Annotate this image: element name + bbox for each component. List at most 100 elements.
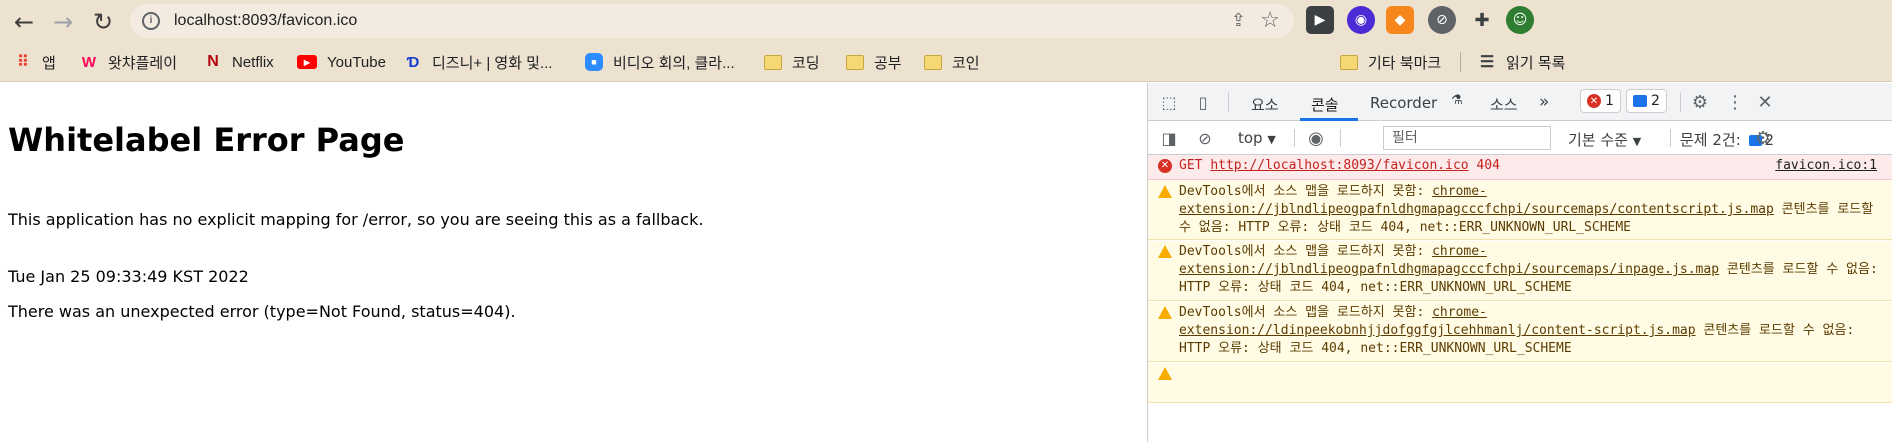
console-message-warning: DevTools에서 소스 맵을 로드하지 못함: chrome-extensi…: [1148, 181, 1892, 240]
tab-divider: [1228, 92, 1229, 112]
error-icon: ✕: [1587, 94, 1601, 108]
bookmark-disney[interactable]: Ɗ 디즈니+ | 영화 및...: [404, 48, 553, 76]
error-description: This application has no explicit mapping…: [8, 210, 704, 229]
folder-icon: [1340, 54, 1358, 70]
bookmark-watcha[interactable]: W 왓챠플레이: [80, 48, 177, 76]
context-label: top: [1238, 129, 1263, 147]
message-count: 2: [1651, 93, 1660, 109]
reload-icon[interactable]: ↻: [90, 9, 116, 35]
profile-avatar[interactable]: ☺: [1506, 6, 1534, 34]
extensions-puzzle-icon[interactable]: ✚: [1468, 6, 1496, 34]
address-bar[interactable]: i localhost:8093/favicon.ico ⇪ ☆: [130, 4, 1294, 38]
bookmark-label: 앱: [42, 54, 56, 72]
context-selector[interactable]: top ▼: [1238, 129, 1276, 147]
error-count: 1: [1605, 93, 1614, 109]
error-detail: There was an unexpected error (type=Not …: [8, 302, 516, 321]
bookmark-label: 디즈니+ | 영화 및...: [432, 54, 553, 72]
more-options-icon[interactable]: ⋮: [1724, 91, 1746, 113]
inspect-element-icon[interactable]: ⬚: [1158, 91, 1180, 113]
bookmark-netflix[interactable]: N Netflix: [204, 48, 274, 76]
console-settings-gear-icon[interactable]: ⚙: [1752, 127, 1774, 149]
error-count-badge[interactable]: ✕ 1: [1580, 89, 1621, 113]
sidebar-toggle-icon[interactable]: ◨: [1158, 127, 1180, 149]
bookmark-label: 코인: [952, 54, 980, 72]
zoom-icon: ■: [585, 53, 603, 71]
metamask-icon[interactable]: ◆: [1386, 6, 1414, 34]
tab-recorder[interactable]: Recorder: [1370, 94, 1437, 112]
console-toolbar: ◨ ⊘ top ▼ ◉ 기본 수준 ▼ 문제 2건: 2 ⚙: [1148, 121, 1892, 155]
bookmark-folder-coin[interactable]: 코인: [924, 48, 980, 76]
bookmark-label: Netflix: [232, 53, 274, 71]
console-message-warning: [1148, 363, 1892, 403]
bookmark-folder-other[interactable]: 기타 북마크: [1340, 48, 1441, 76]
log-levels-label: 기본 수준: [1568, 131, 1628, 149]
settings-gear-icon[interactable]: ⚙: [1689, 91, 1711, 113]
netflix-icon: N: [207, 53, 219, 70]
bookmark-star-icon[interactable]: ☆: [1260, 8, 1280, 33]
warning-icon: [1158, 367, 1172, 380]
bookmark-label: 기타 북마크: [1368, 54, 1442, 72]
bookmark-label: YouTube: [327, 53, 386, 71]
bookmarks-divider: [1460, 52, 1461, 72]
bookmark-label: 왓챠플레이: [108, 54, 178, 72]
toolbar-divider: [1670, 129, 1671, 147]
warning-icon: [1158, 185, 1172, 198]
console-filter[interactable]: [1383, 126, 1551, 150]
bookmark-apps[interactable]: ⠿ 앱: [14, 48, 56, 76]
bookmark-label: 읽기 목록: [1506, 54, 1566, 72]
apps-grid-icon: ⠿: [17, 54, 29, 71]
bookmark-folder-study[interactable]: 공부: [846, 48, 902, 76]
reading-list-icon: ☰: [1479, 54, 1495, 71]
log-levels-dropdown[interactable]: 기본 수준 ▼: [1568, 129, 1641, 150]
devtools-tab-bar: ⬚ ▯ 요소 콘솔 Recorder ⚗ 소스 » ✕ 1 2 ⚙ ⋮ ✕: [1148, 83, 1892, 121]
warning-text: DevTools에서 소스 맵을 로드하지 못함: chrome-extensi…: [1179, 243, 1885, 297]
watcha-icon: W: [81, 53, 97, 71]
tab-elements[interactable]: 요소: [1251, 94, 1279, 115]
tab-sources[interactable]: 소스: [1490, 94, 1518, 115]
close-devtools-icon[interactable]: ✕: [1754, 91, 1776, 113]
disney-icon: Ɗ: [406, 53, 420, 71]
url-text[interactable]: localhost:8093/favicon.ico: [174, 12, 357, 30]
dropdown-arrow-icon: ▼: [1632, 135, 1642, 148]
folder-icon: [924, 54, 942, 70]
message-count-badge[interactable]: 2: [1626, 89, 1667, 113]
bookmark-folder-coding[interactable]: 코딩: [764, 48, 820, 76]
device-toolbar-icon[interactable]: ▯: [1192, 91, 1214, 113]
page-content: Whitelabel Error Page This application h…: [0, 83, 1147, 442]
media-extension-icon[interactable]: ▶: [1306, 6, 1334, 34]
console-message-error: ✕ GET http://localhost:8093/favicon.ico …: [1148, 155, 1892, 180]
warning-prefix: DevTools에서 소스 맵을 로드하지 못함:: [1179, 305, 1433, 320]
console-message-warning: DevTools에서 소스 맵을 로드하지 못함: chrome-extensi…: [1148, 241, 1892, 301]
extension-purple-icon[interactable]: ◉: [1347, 6, 1375, 34]
reading-list-button[interactable]: ☰ 읽기 목록: [1478, 48, 1566, 76]
warning-prefix: DevTools에서 소스 맵을 로드하지 못함:: [1179, 244, 1433, 259]
tab-divider: [1680, 92, 1681, 112]
site-info-icon[interactable]: i: [142, 12, 160, 30]
tab-console[interactable]: 콘솔: [1311, 94, 1339, 115]
page-title: Whitelabel Error Page: [8, 121, 405, 159]
request-url-link[interactable]: http://localhost:8093/favicon.ico: [1210, 158, 1468, 173]
more-tabs-icon[interactable]: »: [1539, 92, 1549, 112]
bookmark-label: 코딩: [792, 54, 820, 72]
live-expression-eye-icon[interactable]: ◉: [1305, 127, 1327, 149]
console-messages: ✕ GET http://localhost:8093/favicon.ico …: [1148, 155, 1892, 442]
bookmarks-bar: ⠿ 앱 W 왓챠플레이 N Netflix ▶ YouTube Ɗ 디즈니+ |…: [0, 42, 1892, 82]
extension-gray-icon[interactable]: ⊘: [1428, 6, 1456, 34]
bookmark-youtube[interactable]: ▶ YouTube: [297, 48, 386, 76]
youtube-icon: ▶: [297, 55, 317, 69]
share-icon[interactable]: ⇪: [1231, 10, 1246, 31]
forward-arrow-icon[interactable]: →: [50, 9, 76, 35]
http-status: 404: [1476, 158, 1500, 173]
back-arrow-icon[interactable]: ←: [11, 9, 37, 35]
console-message-warning: DevTools에서 소스 맵을 로드하지 못함: chrome-extensi…: [1148, 302, 1892, 362]
clear-console-icon[interactable]: ⊘: [1194, 127, 1216, 149]
folder-icon: [764, 54, 782, 70]
source-link[interactable]: favicon.ico:1: [1775, 157, 1877, 175]
bookmark-zoom[interactable]: ■ 비디오 회의, 클라...: [585, 48, 735, 76]
browser-toolbar: ← → ↻ i localhost:8093/favicon.ico ⇪ ☆ ▶…: [0, 0, 1892, 42]
filter-input[interactable]: [1384, 127, 1550, 149]
warning-text: DevTools에서 소스 맵을 로드하지 못함: chrome-extensi…: [1179, 304, 1885, 358]
warning-text: DevTools에서 소스 맵을 로드하지 못함: chrome-extensi…: [1179, 183, 1885, 237]
toolbar-divider: [1340, 129, 1341, 147]
recorder-flask-icon: ⚗: [1451, 93, 1463, 108]
